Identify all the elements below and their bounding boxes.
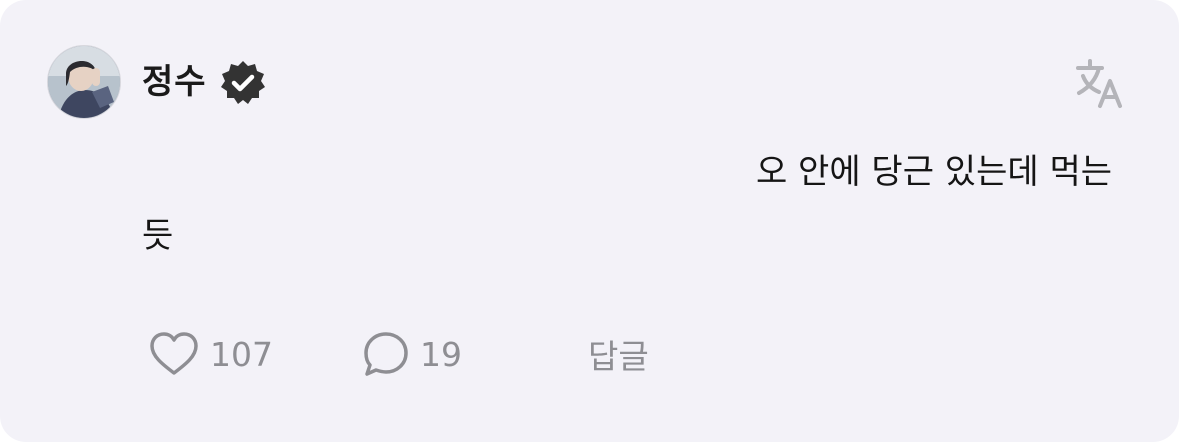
action-bar: 107 19 답글 [148,328,748,380]
comment-count: 19 [420,334,462,374]
translate-icon[interactable] [1072,56,1128,112]
comment-bubble-icon [362,330,410,378]
verified-badge-icon [218,58,268,108]
post-text-line-2: 듯 [142,216,174,256]
like-button[interactable]: 107 [148,328,273,380]
post-card: 정수 오 안에 당근 있는데 먹는 듯 107 19 답글 [0,0,1179,442]
post-text: 오 안에 당근 있는데 먹는 듯 [142,140,1132,268]
heart-icon [148,331,200,377]
reply-label: 답글 [588,337,649,376]
post-text-line-1: 오 안에 당근 있는데 먹는 [755,152,1112,192]
author-name[interactable]: 정수 [142,58,207,106]
reply-button[interactable]: 답글 [588,328,649,380]
like-count: 107 [210,334,273,374]
comment-button[interactable]: 19 [362,328,462,380]
avatar[interactable] [47,45,121,119]
